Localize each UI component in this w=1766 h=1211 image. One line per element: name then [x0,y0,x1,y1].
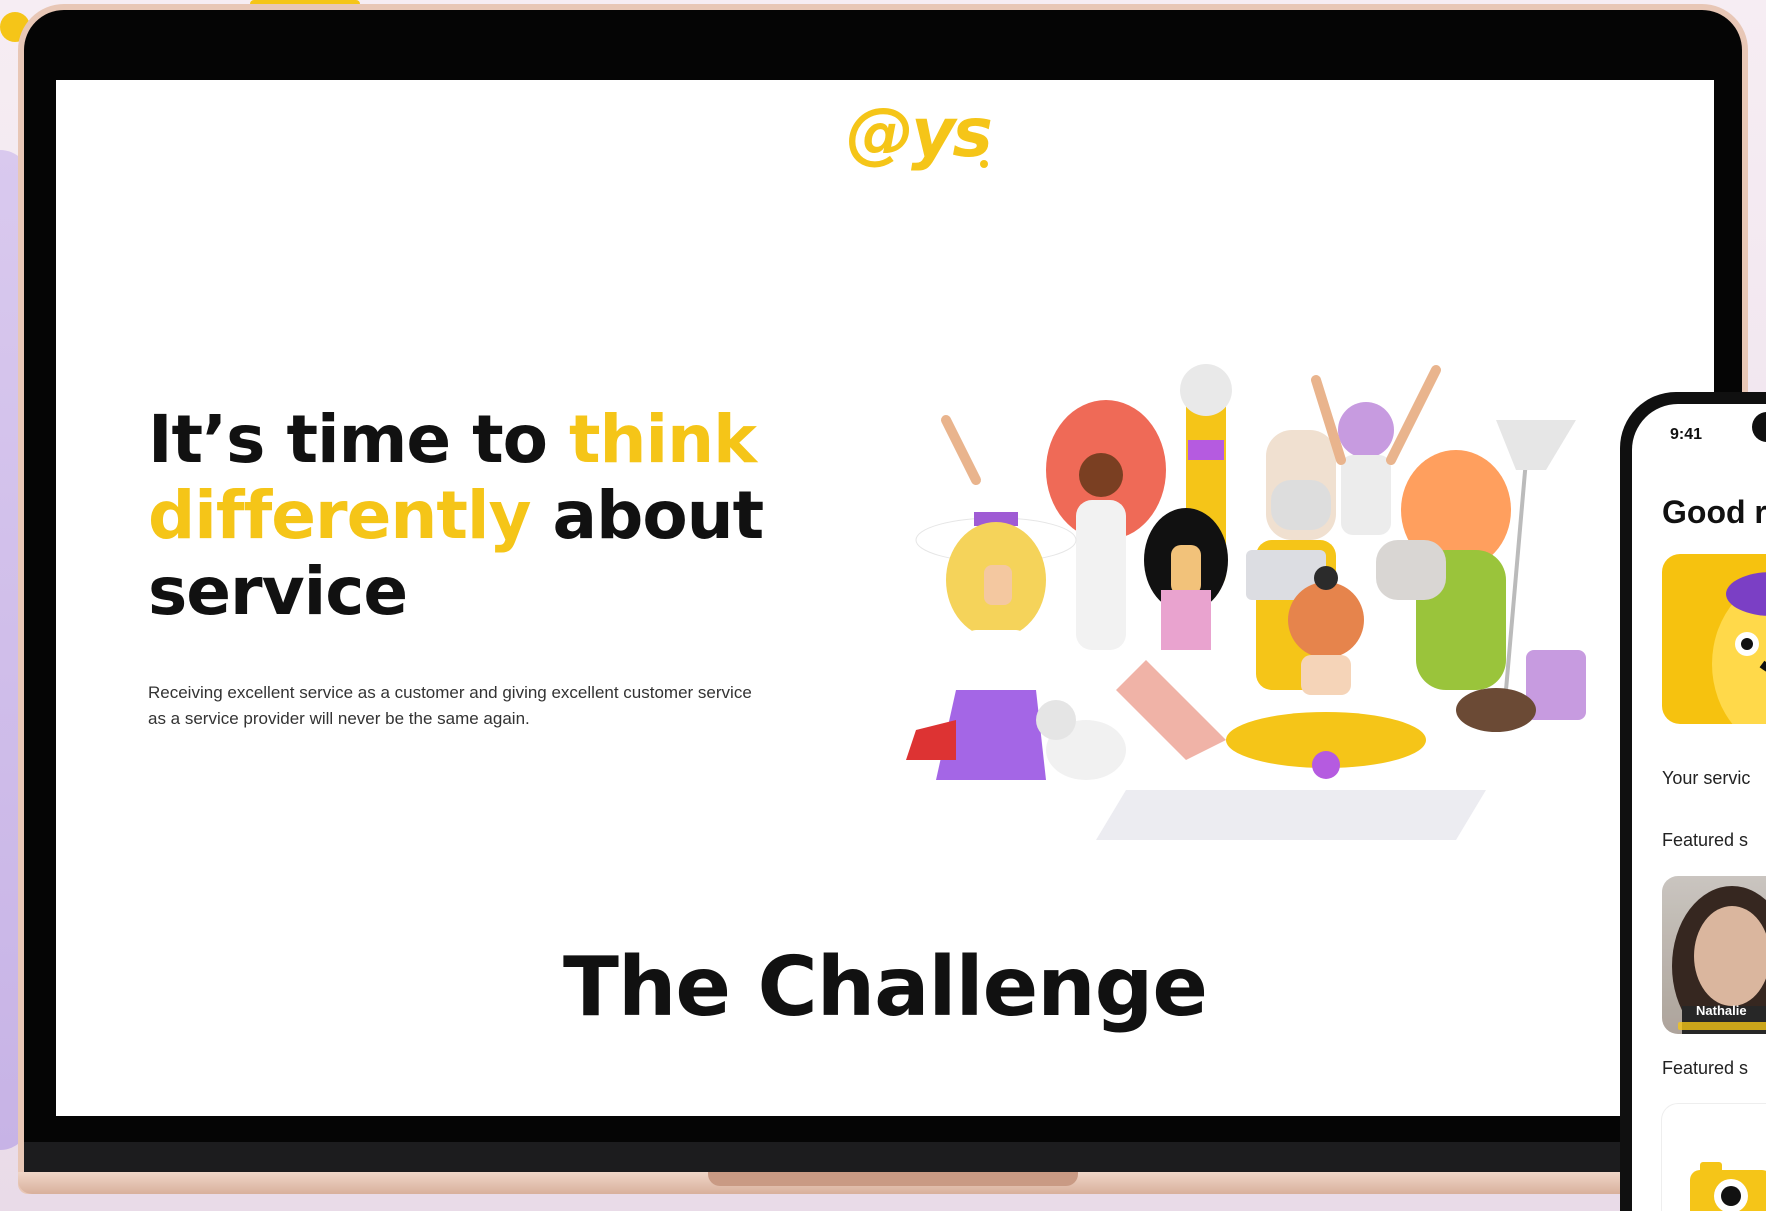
featured-section-label: Featured s [1662,1058,1749,1078]
featured-section-label: Featured s [1662,830,1749,850]
characters-illustration [906,364,1586,840]
hero-subtitle: Receiving excellent service as a custome… [148,683,752,728]
hero-title-text: It’s time to [148,401,569,478]
hero-title-highlight: differently [148,477,532,554]
featured-service-card[interactable] [1662,1104,1766,1211]
logo-dot [980,160,988,168]
section-heading-challenge: The Challenge [563,940,1208,1035]
laptop-screen: @ys It’s time to think differently about s… [56,80,1714,1116]
status-bar-time: 9:41 [1670,426,1703,443]
hero-title-highlight: think [569,401,757,478]
provider-name: Nathalie [1696,1003,1747,1018]
phone-frame: 9:41 Good r Your servic Featured s Natha… [1620,392,1766,1211]
featured-provider-card[interactable]: Nathalie [1662,876,1766,1034]
phone-greeting: Good r [1662,494,1766,530]
laptop-frame: @ys It’s time to think differently about s… [18,4,1748,1194]
your-services-label: Your servic [1662,768,1751,788]
camera-icon [1690,1162,1766,1211]
promo-card[interactable] [1662,554,1766,724]
site-logo[interactable]: @ys [846,94,993,173]
mascot-illustration [1712,572,1766,724]
hero-title-text: about [530,477,765,554]
mockup-stage: @ys It’s time to think differently about s… [0,0,1766,1211]
hero-title: It’s time to think differently about servi… [148,402,788,630]
hero-title-text: service [148,553,408,630]
provider-service-tag [1678,1022,1766,1030]
laptop-base [18,1172,1748,1194]
phone-screen: 9:41 Good r Your servic Featured s Natha… [1632,404,1766,1211]
laptop-opening-groove [708,1172,1078,1186]
dynamic-island [1752,412,1766,442]
laptop-chin [24,1142,1742,1176]
